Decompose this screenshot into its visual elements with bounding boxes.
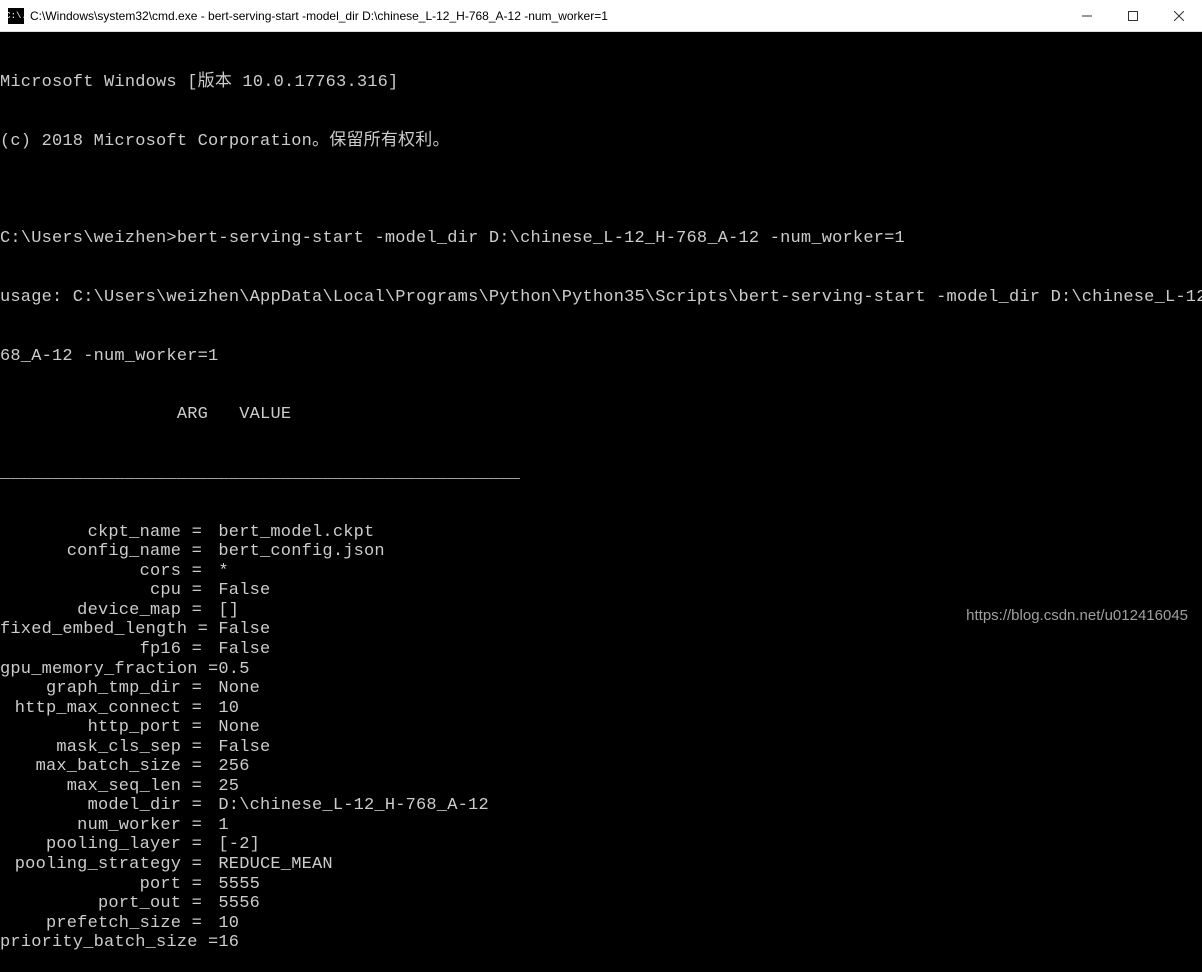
arg-value: None bbox=[208, 679, 260, 699]
arg-row: port = 5555 bbox=[0, 875, 1202, 895]
arg-name: prefetch_size = bbox=[0, 914, 208, 934]
arg-value: False bbox=[208, 738, 270, 758]
close-button[interactable] bbox=[1156, 0, 1202, 31]
arg-value: 10 bbox=[208, 914, 239, 934]
arg-name: http_max_connect = bbox=[0, 699, 208, 719]
arg-value: 16 bbox=[208, 933, 239, 953]
arg-name: http_port = bbox=[0, 718, 208, 738]
arg-row: http_port = None bbox=[0, 718, 1202, 738]
minimize-button[interactable] bbox=[1064, 0, 1110, 31]
arg-row: cpu = False bbox=[0, 581, 1202, 601]
arg-value: False bbox=[208, 640, 270, 660]
arg-name: cors = bbox=[0, 562, 208, 582]
arg-name: config_name = bbox=[0, 542, 208, 562]
arg-row: gpu_memory_fraction = 0.5 bbox=[0, 660, 1202, 680]
usage-line-1: usage: C:\Users\weizhen\AppData\Local\Pr… bbox=[0, 288, 1202, 308]
arg-name: fp16 = bbox=[0, 640, 208, 660]
arg-row: http_max_connect = 10 bbox=[0, 699, 1202, 719]
arg-name: port_out = bbox=[0, 894, 208, 914]
arg-name: cpu = bbox=[0, 581, 208, 601]
maximize-button[interactable] bbox=[1110, 0, 1156, 31]
arg-value: bert_config.json bbox=[208, 542, 385, 562]
arg-value: False bbox=[208, 581, 270, 601]
arg-name: pooling_layer = bbox=[0, 835, 208, 855]
arg-name: num_worker = bbox=[0, 816, 208, 836]
watermark-text: https://blog.csdn.net/u012416045 bbox=[966, 607, 1188, 624]
version-line: Microsoft Windows [版本 10.0.17763.316] bbox=[0, 73, 1202, 93]
arg-row: config_name = bert_config.json bbox=[0, 542, 1202, 562]
arg-value: 256 bbox=[208, 757, 250, 777]
window-title: C:\Windows\system32\cmd.exe - bert-servi… bbox=[30, 9, 1064, 23]
cmd-icon: C:\. bbox=[8, 8, 24, 24]
arg-name: fixed_embed_length = bbox=[0, 620, 208, 640]
arg-row: prefetch_size = 10 bbox=[0, 914, 1202, 934]
arg-row: port_out = 5556 bbox=[0, 894, 1202, 914]
window-titlebar: C:\. C:\Windows\system32\cmd.exe - bert-… bbox=[0, 0, 1202, 32]
usage-line-2: 68_A-12 -num_worker=1 bbox=[0, 347, 1202, 367]
arg-row: priority_batch_size = 16 bbox=[0, 933, 1202, 953]
arg-value: 1 bbox=[208, 816, 229, 836]
copyright-line: (c) 2018 Microsoft Corporation。保留所有权利。 bbox=[0, 132, 1202, 152]
arg-name: pooling_strategy = bbox=[0, 855, 208, 875]
terminal-output[interactable]: Microsoft Windows [版本 10.0.17763.316] (c… bbox=[0, 32, 1202, 972]
arg-name: device_map = bbox=[0, 601, 208, 621]
arg-row: pooling_strategy = REDUCE_MEAN bbox=[0, 855, 1202, 875]
arg-row: num_worker = 1 bbox=[0, 816, 1202, 836]
arg-value: [-2] bbox=[208, 835, 260, 855]
arg-name: max_batch_size = bbox=[0, 757, 208, 777]
window-controls bbox=[1064, 0, 1202, 31]
arg-name: ckpt_name = bbox=[0, 523, 208, 543]
arg-value: 25 bbox=[208, 777, 239, 797]
args-list: ckpt_name = bert_model.ckptconfig_name =… bbox=[0, 523, 1202, 953]
arg-row: pooling_layer = [-2] bbox=[0, 835, 1202, 855]
arg-value: [] bbox=[208, 601, 239, 621]
arg-row: cors = * bbox=[0, 562, 1202, 582]
arg-value: bert_model.ckpt bbox=[208, 523, 374, 543]
arg-value: 5555 bbox=[208, 875, 260, 895]
arg-name: max_seq_len = bbox=[0, 777, 208, 797]
arg-name: gpu_memory_fraction = bbox=[0, 660, 208, 680]
arg-row: graph_tmp_dir = None bbox=[0, 679, 1202, 699]
arg-row: max_seq_len = 25 bbox=[0, 777, 1202, 797]
arg-value: 5556 bbox=[208, 894, 260, 914]
arg-name: model_dir = bbox=[0, 796, 208, 816]
prompt-line: C:\Users\weizhen>bert-serving-start -mod… bbox=[0, 229, 1202, 249]
arg-name: port = bbox=[0, 875, 208, 895]
arg-row: ckpt_name = bert_model.ckpt bbox=[0, 523, 1202, 543]
arg-value: 10 bbox=[208, 699, 239, 719]
arg-value: * bbox=[208, 562, 229, 582]
arg-name: mask_cls_sep = bbox=[0, 738, 208, 758]
arg-row: fp16 = False bbox=[0, 640, 1202, 660]
arg-name: graph_tmp_dir = bbox=[0, 679, 208, 699]
arg-value: 0.5 bbox=[208, 660, 250, 680]
arg-value: False bbox=[208, 620, 270, 640]
arg-row: max_batch_size = 256 bbox=[0, 757, 1202, 777]
arg-header: ARG VALUE bbox=[0, 405, 1202, 425]
arg-value: D:\chinese_L-12_H-768_A-12 bbox=[208, 796, 489, 816]
arg-value: None bbox=[208, 718, 260, 738]
arg-value: REDUCE_MEAN bbox=[208, 855, 333, 875]
arg-name: priority_batch_size = bbox=[0, 933, 208, 953]
divider-line: ________________________________________… bbox=[0, 464, 1202, 484]
arg-row: mask_cls_sep = False bbox=[0, 738, 1202, 758]
arg-row: model_dir = D:\chinese_L-12_H-768_A-12 bbox=[0, 796, 1202, 816]
